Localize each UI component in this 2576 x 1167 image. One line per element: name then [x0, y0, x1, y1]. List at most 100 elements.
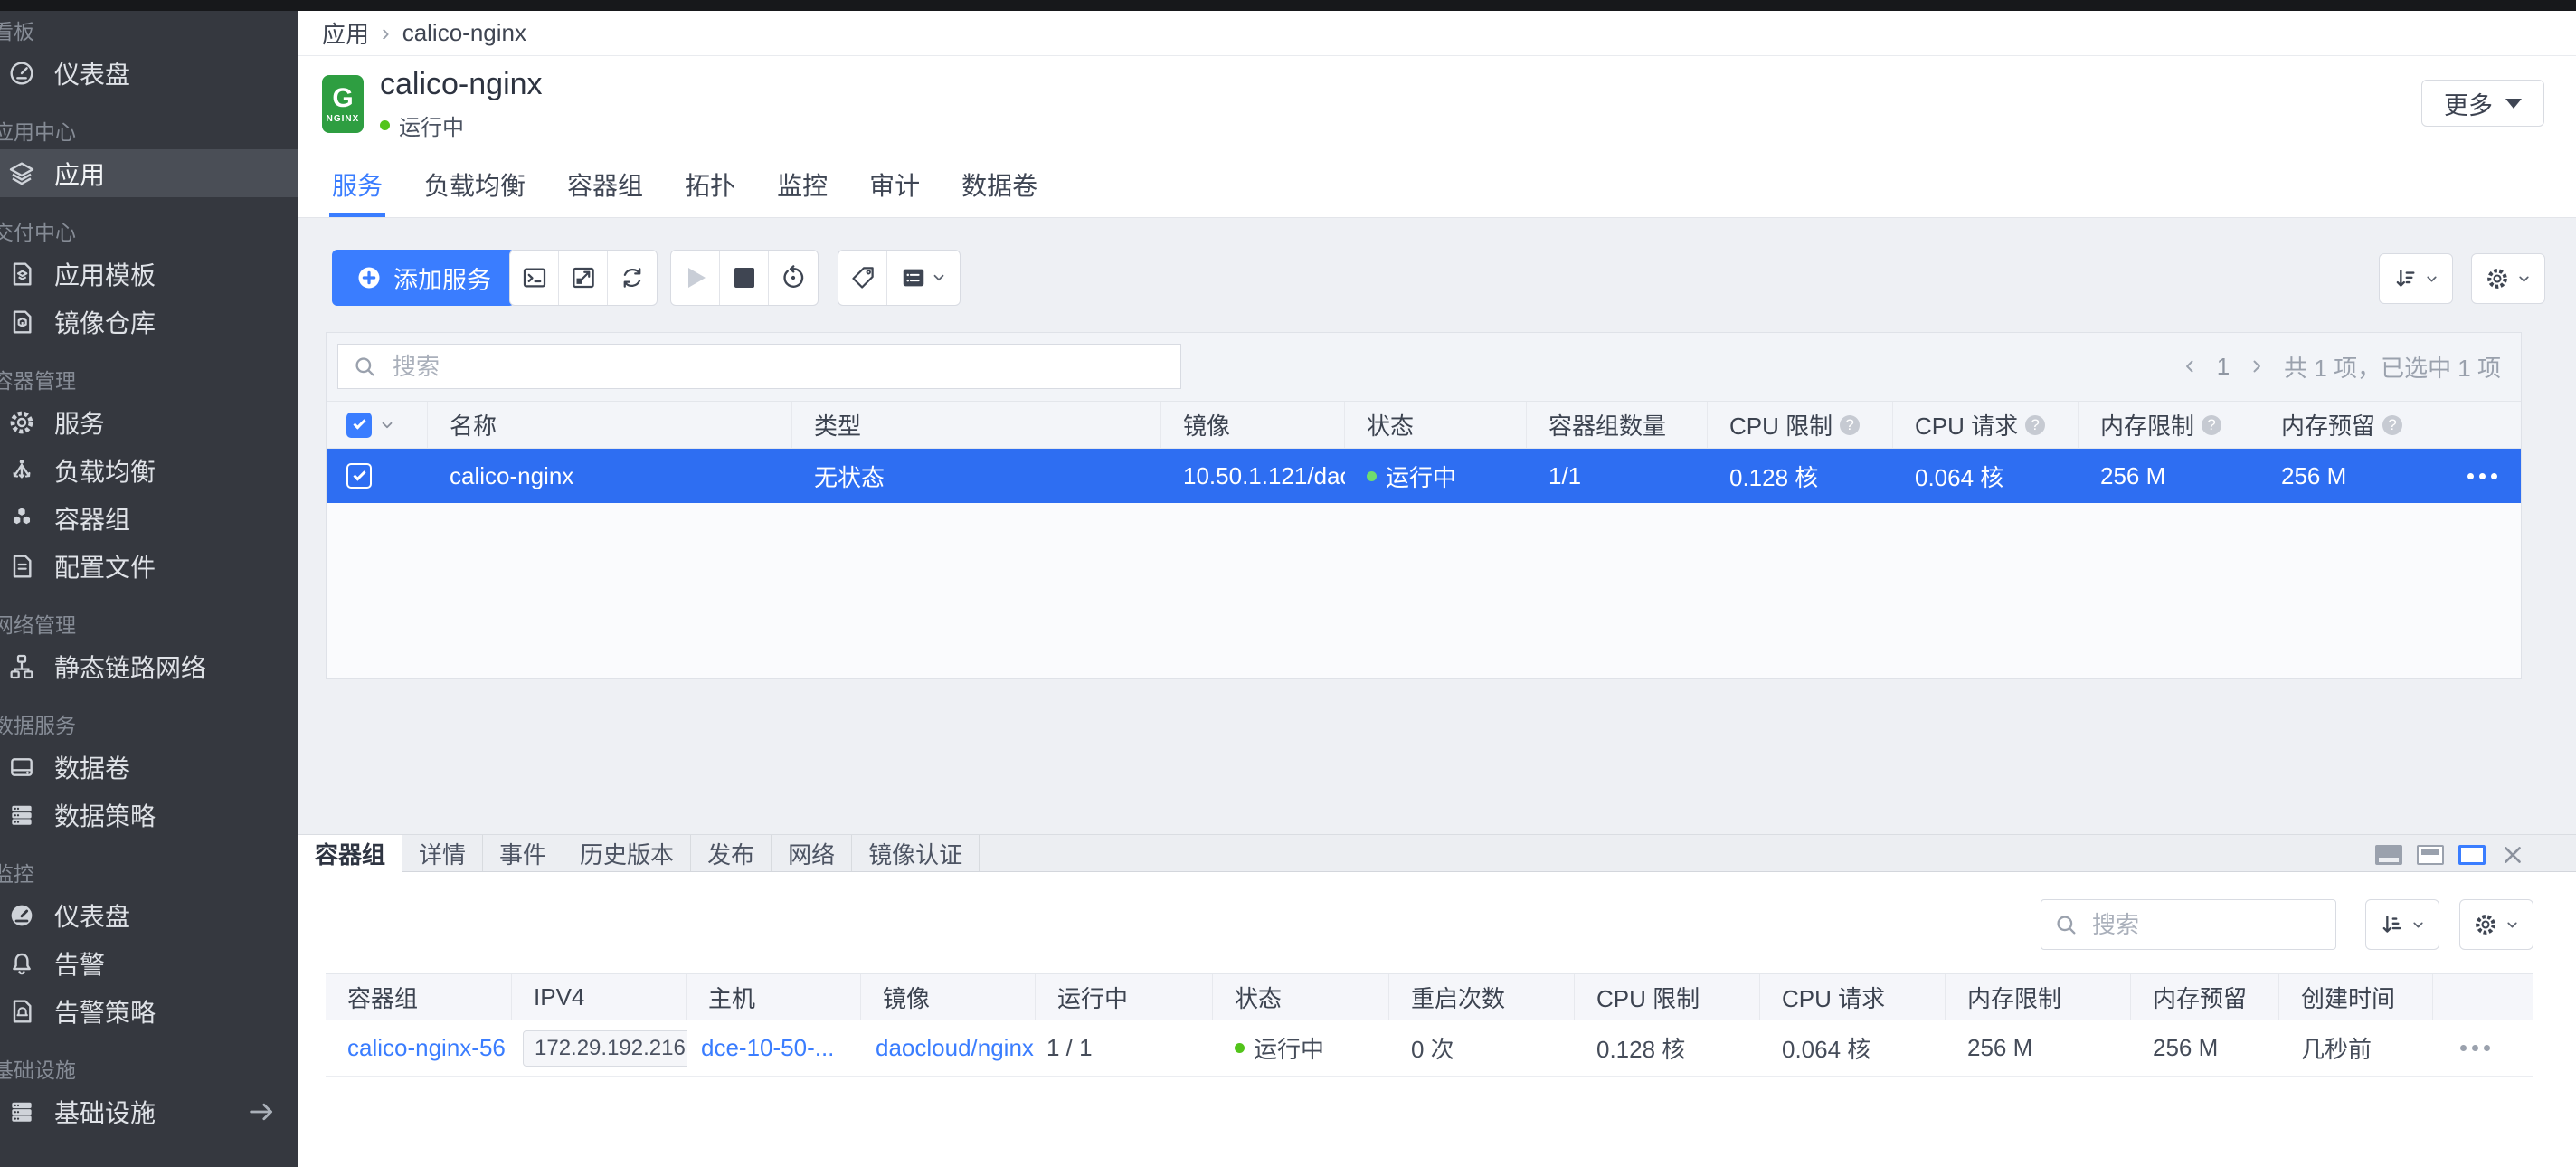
sidebar-item-label: 静态链路网络	[54, 649, 206, 685]
sort-ascending-icon	[2379, 912, 2404, 937]
page-prev-icon[interactable]	[2181, 357, 2199, 375]
help-icon[interactable]: ?	[2202, 415, 2221, 435]
col-image: 镜像	[861, 974, 1036, 1020]
panel-close-icon[interactable]	[2500, 842, 2525, 868]
table-settings-button[interactable]	[2471, 253, 2545, 304]
pod-search-input[interactable]	[2041, 899, 2336, 950]
gear-icon	[2473, 912, 2498, 937]
col-running: 运行中	[1036, 974, 1213, 1020]
service-row-selected[interactable]: calico-nginx 无状态 10.50.1.121/daoc 运行中 1/…	[327, 449, 2521, 503]
sidebar-item-static-link-network[interactable]: 静态链路网络	[0, 642, 298, 690]
panel-tab-pods[interactable]: 容器组	[298, 835, 402, 872]
stop-button[interactable]	[720, 251, 769, 305]
panel-half-icon[interactable]	[2417, 845, 2444, 865]
help-icon[interactable]: ?	[1840, 415, 1860, 435]
row-actions-menu[interactable]	[2467, 473, 2497, 479]
tab-services[interactable]: 服务	[311, 152, 403, 217]
help-icon[interactable]: ?	[2025, 415, 2045, 435]
host-link[interactable]: dce-10-50-...	[701, 1034, 834, 1062]
doc-cube-icon	[7, 308, 36, 337]
select-all-checkbox[interactable]	[346, 413, 372, 438]
pod-sort-button[interactable]	[2365, 899, 2439, 950]
row-checkbox[interactable]	[346, 463, 372, 489]
help-icon[interactable]: ?	[2382, 415, 2402, 435]
sidebar-section-infrastructure: 基础设施	[0, 1057, 298, 1084]
check-icon	[353, 468, 365, 480]
sidebar-item-alert-policies[interactable]: 告警策略	[0, 987, 298, 1035]
restart-button[interactable]	[769, 251, 818, 305]
tab-pods[interactable]: 容器组	[546, 152, 664, 217]
sidebar-item-dashboard[interactable]: 仪表盘	[0, 49, 298, 97]
pod-name-link[interactable]: calico-nginx-56	[347, 1034, 506, 1062]
doc-layers-icon	[7, 260, 36, 289]
col-cpu-request: CPU 请求	[1760, 974, 1946, 1020]
sidebar-item-load-balancing[interactable]: 负载均衡	[0, 446, 298, 494]
col-name: 名称	[428, 402, 792, 448]
sidebar-item-app-templates[interactable]: 应用模板	[0, 250, 298, 298]
pod-actions-menu[interactable]	[2460, 1045, 2490, 1051]
tab-monitoring[interactable]: 监控	[756, 152, 848, 217]
sidebar-item-pods[interactable]: 容器组	[0, 494, 298, 542]
sort-descending-icon	[2392, 266, 2418, 291]
cell-restarts: 0 次	[1389, 1020, 1575, 1076]
main-area: 应用 › calico-nginx G NGINX calico-nginx 运…	[298, 11, 2576, 1167]
sidebar-item-label: 容器组	[54, 500, 130, 536]
gauge-icon	[7, 59, 36, 88]
cell-cpu-limit: 0.128 核	[1708, 449, 1893, 503]
breadcrumb-root[interactable]: 应用	[322, 16, 369, 50]
tab-volumes[interactable]: 数据卷	[941, 152, 1058, 217]
terminal-button[interactable]	[510, 251, 559, 305]
panel-tab-events[interactable]: 事件	[483, 835, 564, 871]
play-icon	[688, 268, 706, 288]
service-search	[337, 344, 1181, 389]
arrow-right-icon[interactable]	[246, 1096, 277, 1127]
panel-small-icon-active[interactable]	[2458, 845, 2486, 865]
check-icon	[353, 416, 365, 429]
panel-tab-history[interactable]: 历史版本	[564, 835, 691, 871]
page-next-icon[interactable]	[2248, 357, 2266, 375]
sidebar-item-data-volumes[interactable]: 数据卷	[0, 743, 298, 791]
redeploy-button[interactable]	[608, 251, 657, 305]
sidebar-section-app-center: 应用中心	[0, 119, 298, 146]
pod-table-header: 容器组 IPV4 主机 镜像 运行中 状态 重启次数 CPU 限制 CPU 请求…	[326, 973, 2533, 1020]
hexagons-icon	[7, 504, 36, 533]
tag-icon	[849, 264, 876, 291]
add-service-button[interactable]: 添加服务	[332, 250, 515, 306]
tab-topology[interactable]: 拓扑	[664, 152, 756, 217]
panel-tab-details[interactable]: 详情	[402, 835, 483, 871]
start-button[interactable]	[671, 251, 720, 305]
sidebar-item-infrastructure[interactable]: 基础设施	[0, 1087, 298, 1135]
sort-button[interactable]	[2379, 253, 2453, 304]
sidebar-item-data-policies[interactable]: 数据策略	[0, 791, 298, 839]
checkbox-dropdown-icon[interactable]	[379, 417, 395, 433]
cell-running: 1 / 1	[1036, 1020, 1213, 1076]
pod-settings-button[interactable]	[2459, 899, 2533, 950]
more-button[interactable]: 更多	[2421, 80, 2544, 127]
panel-tab-image-auth[interactable]: 镜像认证	[852, 835, 980, 871]
panel-maximize-icon[interactable]	[2375, 845, 2402, 865]
sidebar-item-monitor-dashboard[interactable]: 仪表盘	[0, 891, 298, 939]
sidebar-item-services[interactable]: 服务	[0, 398, 298, 446]
sidebar-section-monitoring: 监控	[0, 860, 298, 887]
col-image: 镜像	[1161, 402, 1345, 448]
image-link[interactable]: daocloud/nginx	[876, 1034, 1034, 1062]
panel-tab-release[interactable]: 发布	[691, 835, 772, 871]
sidebar-item-applications[interactable]: 应用	[0, 149, 298, 197]
cell-host: dce-10-50-...	[687, 1020, 861, 1076]
scale-button[interactable]	[559, 251, 608, 305]
service-search-input[interactable]	[337, 344, 1181, 389]
tab-load-balancing[interactable]: 负载均衡	[403, 152, 546, 217]
sidebar-section-kanban: 看板	[0, 18, 298, 45]
title-block: calico-nginx 运行中	[380, 67, 543, 141]
logo-letter: G	[332, 85, 353, 112]
panel-tab-network[interactable]: 网络	[772, 835, 852, 871]
col-pod: 容器组	[326, 974, 512, 1020]
tag-button[interactable]	[838, 251, 887, 305]
cell-cpu-request: 0.064 核	[1760, 1020, 1946, 1076]
sidebar-item-alerts[interactable]: 告警	[0, 939, 298, 987]
sidebar-item-image-registry[interactable]: 镜像仓库	[0, 298, 298, 346]
list-dropdown-button[interactable]	[887, 251, 960, 305]
tab-audit[interactable]: 审计	[848, 152, 941, 217]
cell-created: 几秒前	[2279, 1020, 2433, 1076]
sidebar-item-config-files[interactable]: 配置文件	[0, 542, 298, 590]
